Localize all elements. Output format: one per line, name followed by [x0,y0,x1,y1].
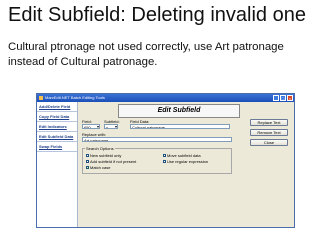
edit-subfield-panel: Edit Subfield Field: Subfield: Field Dat… [78,102,294,227]
window-titlebar: MarcEdit.NET Batch Editing Tools _ □ × [37,94,294,102]
nav-item-edit-subfield-data[interactable]: Edit Subfield Data [37,132,77,142]
checkbox-icon[interactable] [163,154,166,157]
panel-heading: Edit Subfield [118,104,240,118]
slide-body-text: Cultural ptronage not used correctly, us… [8,41,284,68]
option-add-if-not-present[interactable]: Add subfield if not present [86,159,136,164]
nav-item-copy-field-data[interactable]: Copy Field Data [37,112,77,122]
option-move-subfield[interactable]: Move subfield data [163,153,201,158]
slide-title: Edit Subfield: Deleting invalid one [8,4,306,26]
tools-nav: Add/Delete Field Copy Field Data Edit In… [37,102,78,227]
field-select[interactable]: 650 [82,124,100,129]
nav-item-add-delete-field[interactable]: Add/Delete Field [37,102,77,112]
batch-editing-window: MarcEdit.NET Batch Editing Tools _ □ × A… [36,93,295,228]
replace-with-input[interactable]: Art patronage [82,137,232,142]
nav-item-swap-fields[interactable]: Swap Fields [37,142,77,152]
option-use-regex[interactable]: Use regular expression [163,159,208,164]
replace-text-button[interactable]: Replace Text [250,119,288,126]
option-match-case[interactable]: Match case [86,165,110,170]
window-controls: _ □ × [273,95,293,101]
field-data-input[interactable]: Cultural patronage [130,124,230,129]
minimize-icon[interactable]: _ [273,95,279,101]
close-icon[interactable]: × [287,95,293,101]
checkbox-icon[interactable] [86,160,89,163]
nav-item-edit-indicators[interactable]: Edit Indicators [37,122,77,132]
checkbox-checked-icon[interactable] [86,165,90,170]
search-options-legend: Search Options [85,146,115,151]
app-icon [39,95,43,100]
maximize-icon[interactable]: □ [280,95,286,101]
option-new-subfield[interactable]: New subfield only [86,153,121,158]
checkbox-icon[interactable] [86,154,89,157]
subfield-select[interactable]: x [104,124,118,129]
search-options-group: Search Options New subfield only Add sub… [82,146,232,174]
window-title: MarcEdit.NET Batch Editing Tools [45,95,105,100]
checkbox-icon[interactable] [163,160,166,163]
remove-text-button[interactable]: Remove Text [250,129,288,136]
close-button[interactable]: Close [250,139,288,146]
